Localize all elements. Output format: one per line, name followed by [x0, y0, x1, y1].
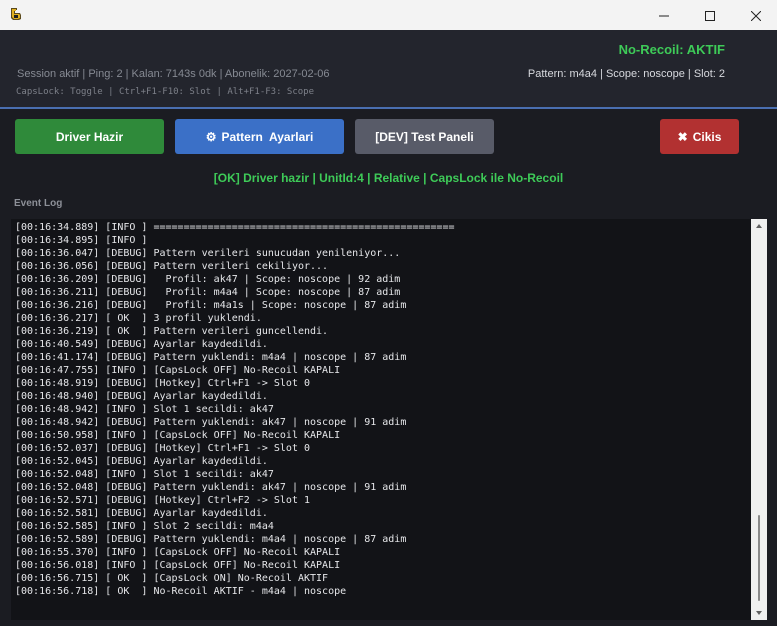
title-bar	[0, 0, 777, 30]
log-line: [00:16:52.589] [DEBUG] Pattern yuklendi:…	[15, 534, 407, 545]
log-line: [00:16:36.219] [ OK ] Pattern verileri g…	[15, 326, 329, 337]
log-line: [00:16:36.217] [ OK ] 3 profil yuklendi.	[15, 313, 262, 324]
close-x-icon: ✖	[677, 129, 688, 144]
log-line: [00:16:56.715] [ OK ] [CapsLock ON] No-R…	[15, 573, 329, 584]
log-line: [00:16:41.174] [DEBUG] Pattern yuklendi:…	[15, 352, 407, 363]
pattern-settings-label: Pattern Ayarlari	[221, 129, 314, 144]
hotkey-hint: CapsLock: Toggle | Ctrl+F1-F10: Slot | A…	[16, 87, 315, 97]
close-window-button[interactable]	[733, 0, 777, 30]
log-line: [00:16:34.889] [INFO ] =================…	[15, 222, 455, 233]
log-scrollbar[interactable]	[751, 219, 767, 620]
maximize-icon	[705, 6, 715, 25]
log-line: [00:16:52.048] [INFO ] Slot 1 secildi: a…	[15, 469, 274, 480]
gear-icon: ⚙	[205, 129, 217, 144]
log-line: [00:16:56.018] [INFO ] [CapsLock OFF] No…	[15, 560, 341, 571]
log-line: [00:16:36.047] [DEBUG] Pattern verileri …	[15, 248, 401, 259]
event-log-list: [00:16:34.889] [INFO ] =================…	[15, 221, 455, 598]
log-line: [00:16:48.942] [DEBUG] Pattern yuklendi:…	[15, 417, 407, 428]
log-line: [00:16:36.211] [DEBUG] Profil: m4a4 | Sc…	[15, 287, 401, 298]
log-line: [00:16:50.958] [INFO ] [CapsLock OFF] No…	[15, 430, 341, 441]
log-line: [00:16:34.895] [INFO ]	[15, 235, 148, 246]
log-line: [00:16:48.919] [DEBUG] [Hotkey] Ctrl+F1 …	[15, 378, 311, 389]
header-panel: No-Recoil: AKTIF Session aktif | Ping: 2…	[0, 30, 777, 107]
log-line: [00:16:52.037] [DEBUG] [Hotkey] Ctrl+F1 …	[15, 443, 311, 454]
header-divider	[0, 107, 777, 109]
log-line: [00:16:48.942] [INFO ] Slot 1 secildi: a…	[15, 404, 274, 415]
log-line: [00:16:52.585] [INFO ] Slot 2 secildi: m…	[15, 521, 274, 532]
no-recoil-status: No-Recoil: AKTIF	[618, 42, 725, 57]
dev-test-panel-label: [DEV] Test Paneli	[375, 129, 474, 144]
close-icon	[750, 6, 762, 25]
minimize-icon	[659, 6, 669, 25]
log-line: [00:16:36.216] [DEBUG] Profil: m4a1s | S…	[15, 300, 407, 311]
event-log-panel[interactable]: [00:16:34.889] [INFO ] =================…	[11, 219, 751, 620]
log-line: [00:16:52.048] [DEBUG] Pattern yuklendi:…	[15, 482, 407, 493]
log-line: [00:16:48.940] [DEBUG] Ayarlar kaydedild…	[15, 391, 268, 402]
scroll-down-arrow-icon[interactable]	[751, 608, 767, 618]
log-line: [00:16:36.209] [DEBUG] Profil: ak47 | Sc…	[15, 274, 401, 285]
scrollbar-thumb[interactable]	[758, 515, 760, 601]
log-line: [00:16:52.045] [DEBUG] Ayarlar kaydedild…	[15, 456, 268, 467]
app-logo-icon	[9, 6, 23, 20]
minimize-button[interactable]	[641, 0, 687, 30]
maximize-button[interactable]	[687, 0, 733, 30]
dev-test-panel-button[interactable]: [DEV] Test Paneli	[355, 119, 494, 154]
log-line: [00:16:55.370] [INFO ] [CapsLock OFF] No…	[15, 547, 341, 558]
exit-button[interactable]: ✖ Cikis	[660, 119, 739, 154]
pattern-settings-button[interactable]: ⚙ Pattern Ayarlari	[175, 119, 344, 154]
pattern-info: Pattern: m4a4 | Scope: noscope | Slot: 2	[527, 68, 725, 80]
driver-ready-label: Driver Hazir	[55, 129, 124, 144]
event-log-title: Event Log	[14, 198, 63, 209]
exit-label: Cikis	[692, 129, 722, 144]
driver-ready-button[interactable]: Driver Hazir	[15, 119, 164, 154]
scroll-up-arrow-icon[interactable]	[751, 221, 767, 231]
log-line: [00:16:40.549] [DEBUG] Ayarlar kaydedild…	[15, 339, 268, 350]
log-line: [00:16:36.056] [DEBUG] Pattern verileri …	[15, 261, 329, 272]
log-line: [00:16:52.581] [DEBUG] Ayarlar kaydedild…	[15, 508, 268, 519]
driver-status-line: [OK] Driver hazir | UnitId:4 | Relative …	[213, 171, 564, 185]
log-line: [00:16:52.571] [DEBUG] [Hotkey] Ctrl+F2 …	[15, 495, 311, 506]
log-line: [00:16:56.718] [ OK ] No-Recoil AKTIF - …	[15, 586, 347, 597]
session-info: Session aktif | Ping: 2 | Kalan: 7143s 0…	[17, 68, 330, 80]
log-line: [00:16:47.755] [INFO ] [CapsLock OFF] No…	[15, 365, 341, 376]
